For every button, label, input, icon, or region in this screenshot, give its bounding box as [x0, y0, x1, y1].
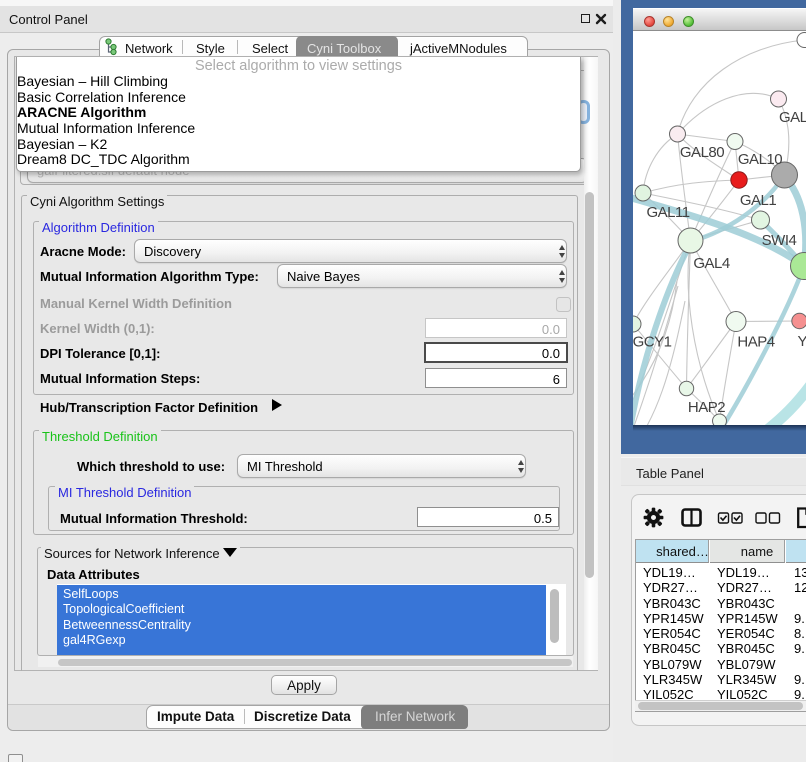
svg-text:HAP2: HAP2 — [688, 399, 725, 416]
svg-text:GAL80: GAL80 — [680, 144, 724, 161]
svg-text:GCY1: GCY1 — [633, 334, 672, 351]
svg-text:GAL2: GAL2 — [779, 109, 806, 126]
svg-text:YM: YM — [798, 333, 806, 350]
svg-text:GAL10: GAL10 — [738, 151, 782, 168]
svg-text:GAL1: GAL1 — [740, 192, 777, 209]
svg-text:SWI4: SWI4 — [762, 232, 797, 249]
svg-text:GAL11: GAL11 — [646, 204, 689, 221]
svg-text:GAL4: GAL4 — [693, 255, 730, 272]
svg-text:HAP4: HAP4 — [737, 334, 774, 351]
